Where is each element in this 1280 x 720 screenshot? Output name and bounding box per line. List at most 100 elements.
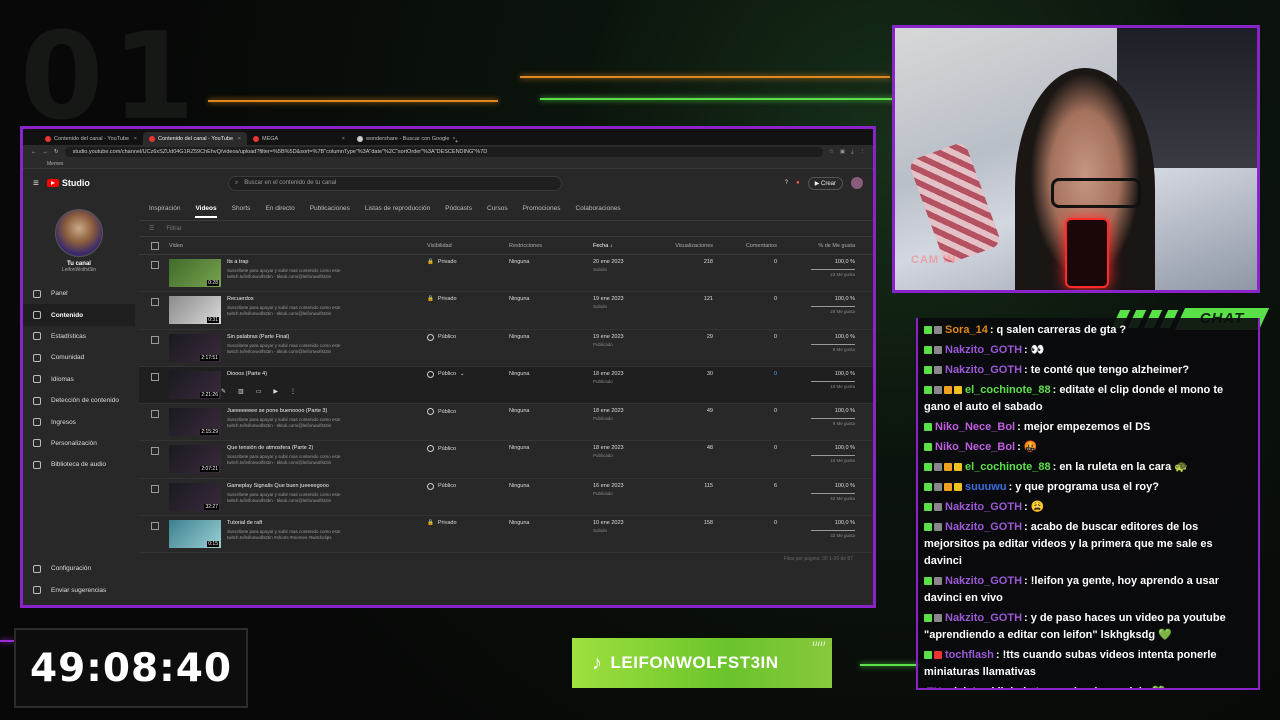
- visibility-cell[interactable]: 🔒 Privado: [427, 520, 509, 526]
- menu-dots-icon[interactable]: ⋮: [860, 149, 866, 156]
- chat-username[interactable]: Niko_Nece_Bol: [935, 441, 1015, 453]
- tab-content-5[interactable]: Listas de reproducción: [365, 205, 430, 212]
- sidebar-item-audio-library[interactable]: Biblioteca de audio: [23, 454, 135, 475]
- filter-bar[interactable]: ☰ Filtrar: [139, 221, 873, 237]
- table-row[interactable]: 0:15 Tutorial de raft Suscribete para apoy…: [139, 516, 873, 554]
- table-row[interactable]: 0:28 Its a trap Suscribete para apoyar y s…: [139, 255, 873, 293]
- download-icon[interactable]: ⤓: [851, 149, 853, 156]
- chat-username[interactable]: Nakzito_GOTH: [945, 521, 1022, 533]
- create-button[interactable]: ▶ Crear: [807, 176, 843, 190]
- chat-username[interactable]: Niko_Nece_Bol: [935, 421, 1015, 433]
- chat-username[interactable]: Nakzito_GOTH: [945, 501, 1022, 513]
- tab-content-1[interactable]: Videos: [195, 205, 217, 218]
- youtube-icon[interactable]: ▶: [273, 388, 278, 395]
- hamburger-menu-icon[interactable]: ≡: [33, 178, 39, 189]
- edit-icon[interactable]: ✎: [221, 388, 226, 395]
- analytics-icon[interactable]: ▥: [238, 388, 244, 395]
- col-date[interactable]: Fecha ↓: [593, 243, 649, 249]
- sidebar-item-languages[interactable]: Idiomas: [23, 369, 135, 390]
- tab-close-icon[interactable]: ×: [342, 136, 345, 142]
- more-options-icon[interactable]: ⋮: [290, 388, 296, 395]
- video-thumbnail[interactable]: 0:15: [169, 520, 221, 549]
- sidebar-item-earn[interactable]: Ingresos: [23, 411, 135, 432]
- sidebar-item-detection[interactable]: Detección de contenido: [23, 390, 135, 411]
- new-tab-icon[interactable]: +: [455, 139, 458, 145]
- visibility-cell[interactable]: Público: [427, 333, 509, 341]
- row-checkbox[interactable]: [151, 298, 159, 307]
- sidebar-item-community[interactable]: Comunidad: [23, 347, 135, 368]
- tab-content-4[interactable]: Publicaciones: [310, 205, 350, 212]
- visibility-cell[interactable]: Público ⌄: [427, 370, 509, 378]
- video-title[interactable]: Que tensión de atmosfera (Parte 2): [227, 445, 427, 451]
- table-row[interactable]: 0:31 Recuerdos Suscribete para apoyar y su…: [139, 292, 873, 330]
- url-field[interactable]: studio.youtube.com/channel/UCz6xSZUd04G1…: [64, 147, 823, 157]
- select-all-checkbox[interactable]: [151, 241, 159, 250]
- extensions-icon[interactable]: ▣: [840, 149, 845, 156]
- video-title[interactable]: Tutorial de raft: [227, 520, 427, 526]
- browser-tab[interactable]: wondershare - Buscar con Google×: [351, 132, 455, 145]
- sidebar-item-feedback[interactable]: Enviar sugerencias: [23, 580, 135, 601]
- col-comments[interactable]: Comentarios: [713, 243, 777, 249]
- row-checkbox[interactable]: [151, 484, 159, 493]
- chevron-down-icon[interactable]: ⌄: [460, 371, 465, 377]
- studio-search-input[interactable]: ⌕ Buscar en el contenido de tu canal: [227, 175, 562, 191]
- col-likes[interactable]: % de Me gusta: [777, 243, 861, 249]
- tab-close-icon[interactable]: ×: [238, 136, 241, 142]
- tab-content-9[interactable]: Colaboraciones: [576, 205, 621, 212]
- video-title[interactable]: Recuerdos: [227, 296, 427, 302]
- table-row[interactable]: 2:07:21 Que tensión de atmosfera (Parte 2…: [139, 441, 873, 479]
- video-thumbnail[interactable]: 2:21:26: [169, 370, 221, 399]
- browser-tab[interactable]: Contenido del canal - YouTube ×: [143, 132, 247, 145]
- chat-username[interactable]: TH: [927, 686, 942, 688]
- row-checkbox[interactable]: [151, 372, 159, 381]
- chat-username[interactable]: Sora_14: [945, 324, 988, 336]
- tab-content-3[interactable]: En directo: [265, 205, 294, 212]
- visibility-cell[interactable]: Público: [427, 408, 509, 416]
- table-row[interactable]: 32:27 Gameplay Signalis Que buen jueeeego…: [139, 479, 873, 517]
- tab-content-2[interactable]: Shorts: [232, 205, 251, 212]
- video-thumbnail[interactable]: 2:07:21: [169, 445, 221, 474]
- sidebar-item-customization[interactable]: Personalización: [23, 433, 135, 454]
- sidebar-item-analytics[interactable]: Estadísticas: [23, 326, 135, 347]
- visibility-cell[interactable]: 🔒 Privado: [427, 296, 509, 302]
- row-checkbox[interactable]: [151, 522, 159, 531]
- chat-username[interactable]: el_cochinote_88: [965, 384, 1051, 396]
- bookmark-memes[interactable]: Memes: [47, 161, 63, 167]
- col-visibility[interactable]: Visibilidad: [427, 243, 509, 249]
- video-thumbnail[interactable]: 32:27: [169, 482, 221, 511]
- row-checkbox[interactable]: [151, 447, 159, 456]
- chat-username[interactable]: Nakzito_GOTH: [945, 575, 1022, 587]
- video-thumbnail[interactable]: 0:31: [169, 296, 221, 325]
- row-checkbox[interactable]: [151, 410, 159, 419]
- video-thumbnail[interactable]: 2:15:29: [169, 408, 221, 437]
- video-title[interactable]: Diooos (Parte 4): [227, 371, 427, 377]
- chat-username[interactable]: Nakzito_GOTH: [945, 364, 1022, 376]
- chat-username[interactable]: el_cochinote_88: [965, 461, 1051, 473]
- browser-tab[interactable]: Contenido del canal - YouTube ×: [39, 132, 143, 145]
- col-views[interactable]: Visualizaciones: [649, 243, 713, 249]
- tab-close-icon[interactable]: ×: [134, 136, 137, 142]
- table-row[interactable]: 2:17:51 Sin palabras (Parte Final) Suscrib…: [139, 330, 873, 367]
- sidebar-item-content[interactable]: Contenido: [23, 304, 135, 326]
- bookmark-star-icon[interactable]: ☆: [829, 149, 834, 156]
- visibility-cell[interactable]: 🔒 Privado: [427, 259, 509, 265]
- table-row[interactable]: 2:21:26 Diooos (Parte 4) Público ⌄ Ninguna 18…: [139, 366, 873, 405]
- row-checkbox[interactable]: [151, 261, 159, 269]
- visibility-cell[interactable]: Público: [427, 445, 509, 453]
- help-icon[interactable]: ?: [785, 180, 788, 186]
- video-title[interactable]: Jueeeeeeee se pone buenoooo (Parte 3): [227, 408, 427, 414]
- comments-icon[interactable]: ▭: [256, 388, 262, 395]
- account-avatar[interactable]: [851, 177, 863, 189]
- video-title[interactable]: Sin palabras (Parte Final): [227, 334, 427, 340]
- chat-username[interactable]: suuuwu: [965, 481, 1007, 493]
- studio-logo[interactable]: Studio: [46, 178, 90, 188]
- back-icon[interactable]: ←: [31, 149, 37, 155]
- tab-content-6[interactable]: Pódcasts: [445, 205, 472, 212]
- sidebar-item-dashboard[interactable]: Panel: [23, 283, 135, 304]
- visibility-cell[interactable]: Público: [427, 482, 509, 490]
- chat-username[interactable]: Nakzito_GOTH: [945, 344, 1022, 356]
- tab-content-7[interactable]: Cursos: [487, 205, 508, 212]
- filter-icon[interactable]: ☰: [149, 225, 154, 232]
- table-row[interactable]: 2:15:29 Jueeeeeeee se pone buenoooo (Part…: [139, 404, 873, 442]
- notifications-icon[interactable]: ●: [796, 180, 800, 186]
